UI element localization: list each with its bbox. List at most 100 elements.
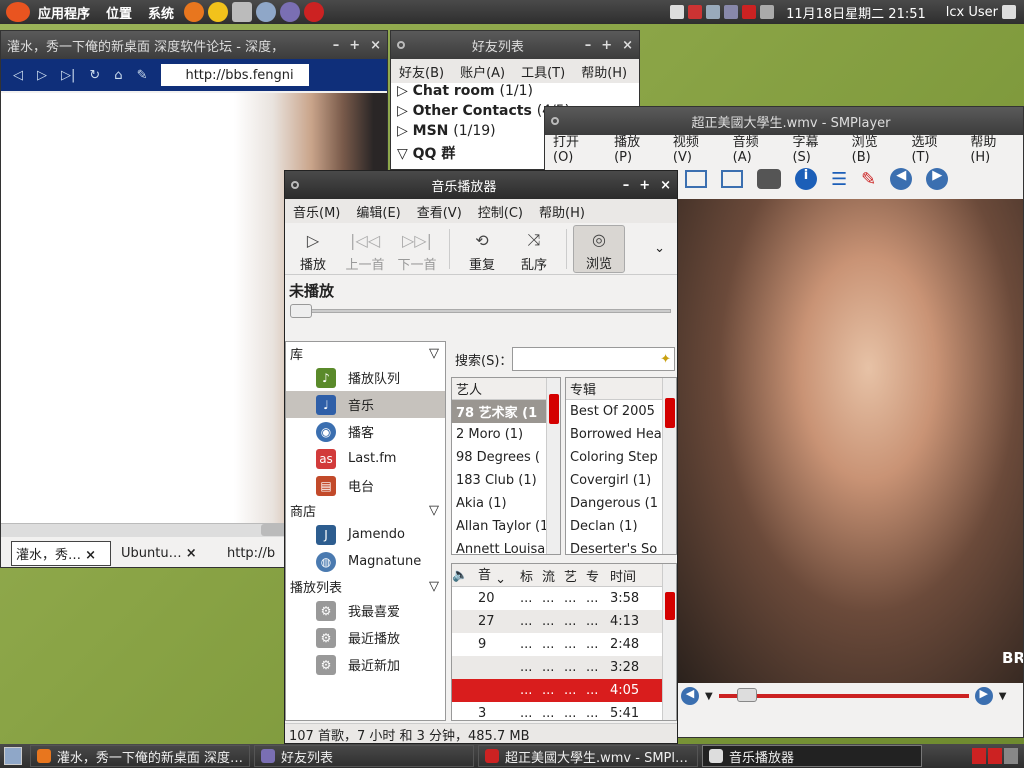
- taskbar-item[interactable]: 超正美國大學生.wmv - SMPl…: [478, 745, 698, 767]
- network-icon[interactable]: [706, 5, 721, 19]
- sidebar-item-favorites[interactable]: ⚙ 我最喜爱: [286, 597, 445, 624]
- menu-options[interactable]: 选项(T): [903, 131, 962, 165]
- menu-accounts[interactable]: 账户(A): [452, 62, 513, 81]
- minimize-button[interactable]: –: [333, 38, 340, 53]
- buddy-group[interactable]: ▷ Chat room (1/1): [397, 83, 639, 103]
- search-input[interactable]: [512, 347, 675, 371]
- toolbar-overflow-icon[interactable]: ⌄: [654, 241, 665, 256]
- browser-tab[interactable]: Ubuntu… ×: [117, 544, 217, 563]
- list-item[interactable]: Declan (1): [566, 515, 676, 538]
- opera-launcher-icon[interactable]: [304, 2, 325, 22]
- column-header-track[interactable]: 音 ⌄: [474, 564, 516, 587]
- menu-browse[interactable]: 浏览(B): [844, 131, 904, 165]
- url-bar[interactable]: http://bbs.fengni: [161, 64, 310, 86]
- volume-icon[interactable]: [760, 5, 775, 19]
- menu-play[interactable]: 播放(P): [606, 131, 665, 165]
- menu-subtitles[interactable]: 字幕(S): [784, 131, 843, 165]
- menu-places[interactable]: 位置: [98, 3, 140, 22]
- ubuntu-logo-icon[interactable]: [6, 2, 30, 22]
- sidebar-item-recent-added[interactable]: ⚙ 最近新加: [286, 651, 445, 678]
- list-item[interactable]: 183 Club (1): [452, 469, 560, 492]
- table-row[interactable]: 9............ 2:48: [452, 633, 676, 656]
- shuffle-button[interactable]: ⤨ 乱序: [508, 225, 560, 273]
- play-button[interactable]: ▷ 播放: [287, 225, 339, 273]
- list-item[interactable]: 98 Degrees (: [452, 446, 560, 469]
- friends-titlebar[interactable]: 好友列表 – + ×: [391, 31, 639, 59]
- menu-help[interactable]: 帮助(H): [573, 62, 635, 81]
- list-item[interactable]: Allan Taylor (1: [452, 515, 560, 538]
- sidebar-item-queue[interactable]: ♪ 播放队列: [286, 364, 445, 391]
- taskbar-item[interactable]: 音乐播放器: [702, 745, 922, 767]
- list-item[interactable]: Dangerous (1: [566, 492, 676, 515]
- reload-icon[interactable]: ↻: [89, 68, 100, 83]
- artist-column-header[interactable]: 艺人: [452, 378, 560, 400]
- column-header-genre[interactable]: 流: [538, 566, 560, 585]
- close-button[interactable]: ×: [660, 178, 671, 193]
- window-icon[interactable]: [685, 170, 707, 188]
- sidebar-item-radio[interactable]: ▤ 电台: [286, 472, 445, 499]
- browser-tab[interactable]: http://b: [223, 544, 293, 563]
- column-header-time[interactable]: 时间: [604, 566, 654, 585]
- table-row[interactable]: 20............ 3:58: [452, 587, 676, 610]
- store-section[interactable]: 商店 ▽: [286, 499, 445, 521]
- taskbar-item[interactable]: 灌水，秀一下俺的新桌面 深度…: [30, 745, 250, 767]
- scrollbar[interactable]: [546, 378, 560, 554]
- list-item[interactable]: Covergirl (1): [566, 469, 676, 492]
- window-menu-icon[interactable]: [551, 117, 559, 125]
- column-header-artist[interactable]: 艺: [560, 566, 582, 585]
- table-row[interactable]: ............ 4:05: [452, 679, 676, 702]
- column-header-album[interactable]: 专: [582, 566, 604, 585]
- list-item[interactable]: Akia (1): [452, 492, 560, 515]
- workspace-switcher[interactable]: [972, 748, 1018, 764]
- minimize-button[interactable]: –: [585, 38, 592, 53]
- list-item[interactable]: Coloring Step: [566, 446, 676, 469]
- maximize-button[interactable]: +: [349, 38, 360, 53]
- tray-icon[interactable]: [670, 5, 685, 19]
- settings-launcher-icon[interactable]: [256, 2, 277, 22]
- list-item[interactable]: 2 Moro (1): [452, 423, 560, 446]
- menu-help[interactable]: 帮助(H): [531, 202, 593, 221]
- sidebar-item-jamendo[interactable]: J Jamendo: [286, 521, 445, 548]
- forward-icon[interactable]: ▷: [37, 68, 47, 83]
- menu-help[interactable]: 帮助(H): [962, 131, 1023, 165]
- sidebar-item-lastfm[interactable]: as Last.fm: [286, 445, 445, 472]
- dropdown-icon[interactable]: ▼: [999, 691, 1007, 702]
- input-method-icon[interactable]: [742, 5, 757, 19]
- back-icon[interactable]: ◁: [13, 68, 23, 83]
- position-slider[interactable]: [285, 301, 677, 321]
- rewind-icon[interactable]: ◀: [681, 687, 699, 705]
- clock[interactable]: 11月18日星期二 21:51: [786, 3, 926, 22]
- forward-icon[interactable]: ▶: [974, 687, 993, 705]
- display-icon[interactable]: [724, 5, 739, 19]
- firefox-launcher-icon[interactable]: [184, 2, 205, 22]
- menu-system[interactable]: 系统: [140, 3, 182, 22]
- browser-tab[interactable]: 灌水，秀… ×: [11, 540, 111, 566]
- user-menu[interactable]: lcx User: [946, 5, 998, 20]
- table-row[interactable]: 27............ 4:13: [452, 610, 676, 633]
- info-icon[interactable]: i: [795, 168, 817, 190]
- preferences-icon[interactable]: ✎: [861, 169, 876, 190]
- playlist-icon[interactable]: ☰: [831, 169, 847, 190]
- dropdown-icon[interactable]: ▼: [705, 691, 713, 702]
- video-area[interactable]: BR: [677, 199, 1023, 683]
- taskbar-item[interactable]: 好友列表: [254, 745, 474, 767]
- window-menu-icon[interactable]: [397, 41, 405, 49]
- table-row[interactable]: 3............ 5:41: [452, 702, 676, 720]
- minimize-button[interactable]: –: [623, 178, 630, 193]
- library-section[interactable]: 库 ▽: [286, 342, 445, 364]
- list-item[interactable]: Annett Louisa: [452, 538, 560, 554]
- screenshot-icon[interactable]: [757, 169, 781, 189]
- menu-control[interactable]: 控制(C): [470, 202, 531, 221]
- browser-titlebar[interactable]: 灌水，秀一下俺的新桌面 深度软件论坛 - 深度， – + ×: [1, 31, 387, 59]
- next-icon[interactable]: ▶: [926, 168, 949, 190]
- menu-tools[interactable]: 工具(T): [513, 62, 573, 81]
- list-item[interactable]: Best Of 2005: [566, 400, 676, 423]
- sidebar-item-recent-played[interactable]: ⚙ 最近播放: [286, 624, 445, 651]
- next-button[interactable]: ▷▷| 下一首: [391, 225, 443, 273]
- close-button[interactable]: ×: [622, 38, 633, 53]
- edit-icon[interactable]: ✎: [137, 68, 148, 83]
- sidebar-item-podcast[interactable]: ◉ 播客: [286, 418, 445, 445]
- skip-icon[interactable]: ▷|: [61, 68, 75, 83]
- previous-icon[interactable]: ◀: [890, 168, 913, 190]
- album-column-header[interactable]: 专辑: [566, 378, 676, 400]
